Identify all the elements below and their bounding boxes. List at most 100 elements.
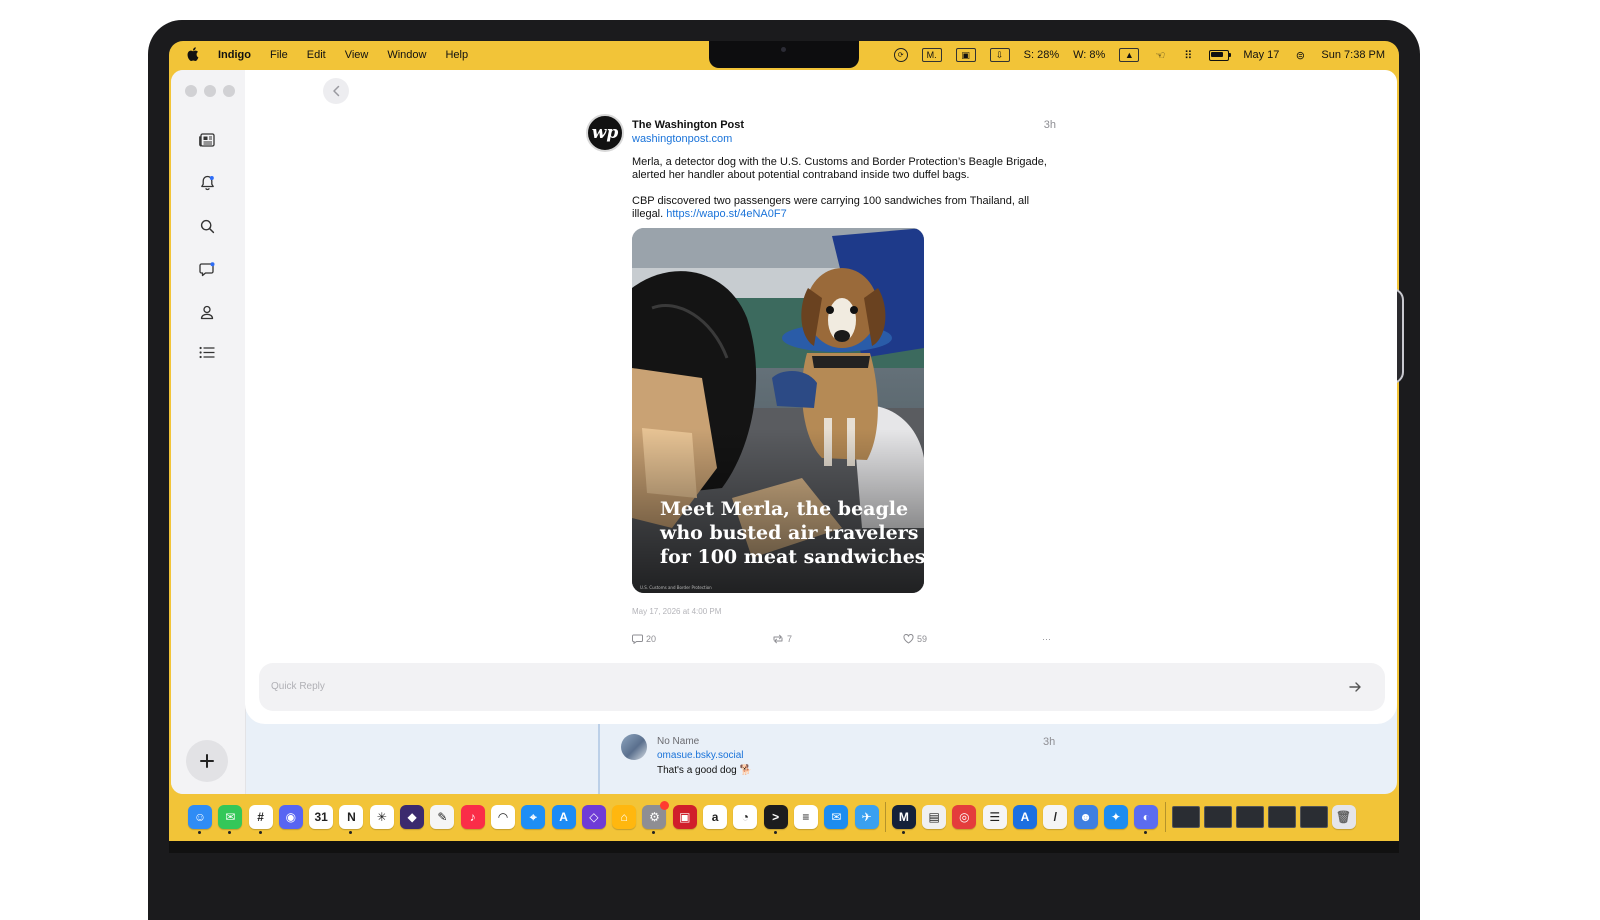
send-arrow-icon[interactable] [1347, 679, 1363, 695]
discord-icon[interactable]: ◉ [278, 805, 303, 829]
running-indicator [652, 831, 656, 834]
storage-status[interactable]: S: 28% [1024, 49, 1059, 61]
mail-icon[interactable]: ✉ [824, 805, 849, 829]
mail-plugin-icon[interactable]: ✎ [430, 805, 455, 829]
pencil-app-glyph: / [1053, 810, 1057, 824]
post-link[interactable]: https://wapo.st/4eNA0F7 [666, 208, 786, 220]
close-window-button[interactable] [185, 85, 197, 97]
heart-icon [903, 634, 914, 644]
grid-menu-icon[interactable]: ⠿ [1181, 48, 1195, 62]
safari-icon[interactable]: ⌖ [521, 805, 546, 829]
amazon-icon[interactable]: a [703, 805, 728, 829]
home-icon[interactable]: ⌂ [612, 805, 637, 829]
terminal-icon[interactable]: > [763, 805, 788, 834]
apple-menu-icon[interactable] [187, 46, 199, 64]
quick-reply-field[interactable]: Quick Reply [259, 663, 1385, 711]
archive-menu-icon[interactable]: ▣ [955, 48, 976, 62]
back-button[interactable] [323, 78, 349, 104]
mastodon-app-icon[interactable]: M [891, 805, 916, 834]
settings-icon[interactable]: ⚙ [642, 801, 670, 834]
app-store-icon[interactable]: A [551, 805, 576, 829]
pencil-app-icon[interactable]: / [1043, 805, 1068, 829]
browser-icon[interactable]: ◔ [733, 805, 758, 829]
reply-author-name[interactable]: No Name [657, 736, 699, 747]
image-caption-line: for 100 meat sandwiches [660, 546, 924, 568]
indigo-icon[interactable]: ◐ [1134, 805, 1159, 834]
wireless-status[interactable]: W: 8% [1073, 49, 1105, 61]
photo-booth-icon[interactable]: ▣ [672, 805, 697, 829]
discord-glyph: ◉ [285, 810, 297, 824]
sync-status-icon[interactable]: ⟳ [893, 48, 908, 62]
messages-icon[interactable]: ✉ [218, 805, 243, 834]
menu-view[interactable]: View [345, 49, 369, 61]
download-menu-icon[interactable]: ⇩ [989, 48, 1010, 62]
minimized-window-thumbnail[interactable] [1267, 806, 1296, 828]
menu-edit[interactable]: Edit [307, 49, 326, 61]
fantastical-icon[interactable]: ▤ [922, 805, 947, 829]
author-avatar[interactable]: wp [586, 114, 624, 152]
sidebar-item-notifications[interactable] [197, 173, 217, 193]
menu-help[interactable]: Help [445, 49, 468, 61]
menu-window[interactable]: Window [387, 49, 426, 61]
reminders-icon[interactable]: ≡ [793, 805, 818, 829]
author-handle[interactable]: washingtonpost.com [632, 133, 732, 145]
downloads-icon[interactable]: ✦ [1103, 805, 1128, 829]
running-indicator [1144, 831, 1148, 834]
post-image[interactable]: Meet Merla, the beagle who busted air tr… [632, 228, 924, 593]
contacts-icon[interactable]: ☻ [1073, 805, 1098, 829]
reply-text: That's a good dog 🐕 [657, 765, 752, 776]
trash-icon[interactable]: 🗑 [1331, 805, 1356, 829]
post-paragraph: Merla, a detector dog with the U.S. Cust… [632, 156, 1047, 181]
minimized-window-thumbnail[interactable] [1235, 806, 1264, 828]
menu-clock[interactable]: Sun 7:38 PM [1321, 49, 1385, 61]
author-name[interactable]: The Washington Post [632, 119, 744, 131]
shortcuts-icon[interactable]: ◇ [581, 805, 606, 829]
rss-icon[interactable]: ◠ [490, 805, 515, 829]
sidebar-item-profile[interactable] [197, 302, 217, 322]
minimized-window-thumbnail[interactable] [1171, 806, 1200, 828]
calendar-icon[interactable]: 31 [309, 805, 334, 829]
hand-menu-icon[interactable]: ☜ [1153, 48, 1167, 62]
vpn-menu-icon[interactable]: ▲ [1119, 48, 1140, 62]
preview-icon[interactable]: ✈ [854, 805, 879, 829]
reminders-glyph: ≡ [802, 810, 810, 824]
trash-glyph: 🗑 [1335, 810, 1352, 824]
control-center-icon[interactable]: ⊜ [1293, 48, 1307, 62]
terminal-glyph: > [772, 810, 780, 824]
reply-action[interactable]: 20 [632, 634, 656, 644]
screenflow-icon[interactable]: ◎ [952, 805, 977, 829]
contacts-glyph: ☻ [1079, 810, 1092, 824]
slack-icon[interactable]: # [248, 805, 273, 834]
amazon-glyph: a [711, 810, 719, 824]
menu-app-name[interactable]: Indigo [218, 49, 251, 61]
sidebar-item-messages[interactable] [197, 259, 217, 279]
list-icon [199, 346, 215, 358]
reply-author-handle[interactable]: omasue.bsky.social [657, 750, 744, 761]
reply-item[interactable]: No Name omasue.bsky.social That's a good… [245, 724, 1397, 794]
reply-avatar[interactable] [621, 734, 647, 760]
repost-action[interactable]: 7 [772, 634, 792, 644]
more-options-icon[interactable]: ··· [1042, 634, 1051, 644]
minimized-window-thumbnail[interactable] [1299, 806, 1328, 828]
indigo-glyph: ◐ [1142, 810, 1150, 824]
music-icon[interactable]: ♪ [460, 805, 485, 829]
mastodon-menu-icon[interactable]: M. [921, 48, 942, 62]
minimized-window-thumbnail[interactable] [1203, 806, 1232, 828]
raycast-icon[interactable]: ◆ [400, 805, 425, 829]
claude-icon[interactable]: ✳ [369, 805, 394, 829]
like-action[interactable]: 59 [903, 634, 927, 644]
menu-date[interactable]: May 17 [1243, 49, 1279, 61]
sidebar-item-lists[interactable] [197, 342, 217, 362]
xcode-icon[interactable]: A [1013, 805, 1038, 829]
battery-icon[interactable] [1209, 49, 1232, 61]
notes-icon[interactable]: ☰ [982, 805, 1007, 829]
compose-button[interactable] [186, 740, 228, 782]
zoom-window-button[interactable] [223, 85, 235, 97]
notion-icon[interactable]: N [339, 805, 364, 834]
thread-card: wp The Washington Post washingtonpost.co… [245, 70, 1397, 724]
minimize-window-button[interactable] [204, 85, 216, 97]
menu-file[interactable]: File [270, 49, 288, 61]
finder-icon[interactable]: ☺ [188, 805, 212, 834]
sidebar-item-search[interactable] [197, 216, 217, 236]
sidebar-item-feed[interactable] [197, 130, 217, 150]
